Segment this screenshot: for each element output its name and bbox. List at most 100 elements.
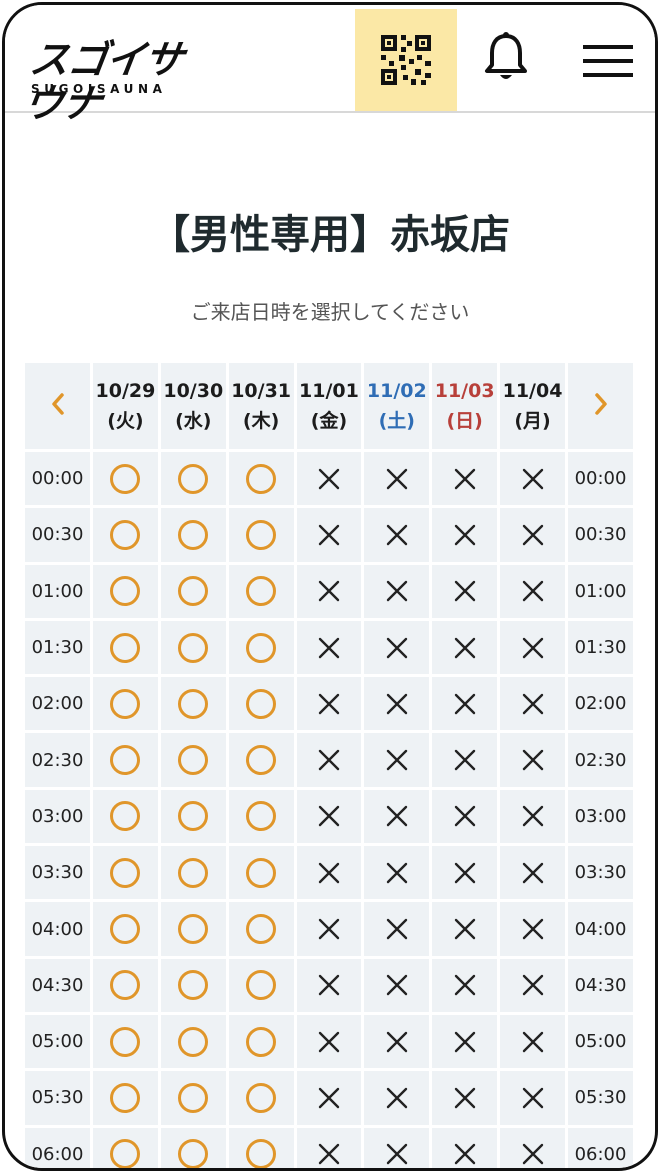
slot-unavailable xyxy=(364,620,430,675)
slot-available[interactable] xyxy=(93,677,158,731)
slot-available[interactable] xyxy=(228,452,294,506)
slot-available[interactable] xyxy=(93,902,158,956)
slot-available[interactable] xyxy=(160,1071,226,1125)
slot-available[interactable] xyxy=(228,1071,294,1125)
slot-available[interactable] xyxy=(228,733,294,787)
slot-available[interactable] xyxy=(160,958,226,1012)
slot-available[interactable] xyxy=(228,508,294,562)
slot-available[interactable] xyxy=(160,564,226,618)
slot-available[interactable] xyxy=(160,733,226,787)
slot-available[interactable] xyxy=(93,846,158,900)
slot-unavailable xyxy=(296,846,362,900)
circle-available-icon xyxy=(246,1082,277,1113)
time-row: 04:00 04:00 xyxy=(25,902,633,956)
slot-unavailable xyxy=(296,677,362,731)
slot-available[interactable] xyxy=(93,958,158,1012)
menu-button[interactable] xyxy=(579,33,637,89)
slot-available[interactable] xyxy=(160,508,226,562)
logo[interactable]: スゴイサウナ SUGOISAUNA xyxy=(21,38,207,127)
weekday-label: (土) xyxy=(378,410,415,432)
date-label: 11/03 xyxy=(434,380,495,402)
weekday-label: (金) xyxy=(310,410,348,432)
cross-unavailable-icon xyxy=(454,975,475,996)
slot-available[interactable] xyxy=(228,902,294,956)
slot-available[interactable] xyxy=(160,789,226,844)
slot-available[interactable] xyxy=(228,564,294,618)
circle-available-icon xyxy=(246,519,277,550)
slot-unavailable xyxy=(500,564,565,618)
cross-unavailable-icon xyxy=(386,806,407,827)
slot-unavailable xyxy=(500,677,565,731)
time-row: 03:00 03:00 xyxy=(25,789,633,844)
cross-unavailable-icon xyxy=(522,637,543,658)
weekday-label: (水) xyxy=(175,410,212,432)
time-label: 04:00 xyxy=(568,902,633,956)
date-header-3: 11/01 (金) xyxy=(296,363,362,449)
slot-available[interactable] xyxy=(160,846,226,900)
slot-available[interactable] xyxy=(228,620,294,675)
cross-unavailable-icon xyxy=(318,806,340,827)
slot-available[interactable] xyxy=(93,508,158,562)
time-row: 01:00 01:00 xyxy=(25,564,633,618)
qr-code-button[interactable] xyxy=(355,9,457,111)
slot-available[interactable] xyxy=(93,452,158,506)
cross-unavailable-icon xyxy=(454,1031,475,1052)
slot-unavailable xyxy=(500,620,565,675)
time-label: 04:30 xyxy=(25,958,90,1012)
slot-available[interactable] xyxy=(160,452,226,506)
slot-available[interactable] xyxy=(160,677,226,731)
circle-available-icon xyxy=(110,914,141,945)
time-row: 05:30 05:30 xyxy=(25,1071,633,1125)
slot-unavailable xyxy=(364,958,430,1012)
slot-available[interactable] xyxy=(228,1127,294,1168)
circle-available-icon xyxy=(178,576,209,607)
slot-unavailable xyxy=(432,452,498,506)
cross-unavailable-icon xyxy=(386,1087,407,1109)
time-label: 01:00 xyxy=(568,564,633,618)
slot-unavailable xyxy=(500,789,565,844)
weekday-label: (月) xyxy=(514,410,551,432)
slot-available[interactable] xyxy=(160,620,226,675)
date-label: 11/02 xyxy=(366,380,427,402)
cross-unavailable-icon xyxy=(318,693,340,715)
slot-unavailable xyxy=(500,452,565,506)
time-label: 00:00 xyxy=(25,452,90,506)
slot-available[interactable] xyxy=(228,958,294,1012)
time-row: 02:30 02:30 xyxy=(25,733,633,787)
slot-available[interactable] xyxy=(228,677,294,731)
slot-available[interactable] xyxy=(93,733,158,787)
prev-week-button[interactable] xyxy=(25,363,90,449)
time-label: 03:30 xyxy=(568,846,633,900)
circle-available-icon xyxy=(246,632,277,663)
slot-available[interactable] xyxy=(228,846,294,900)
slot-unavailable xyxy=(296,1071,362,1125)
slot-available[interactable] xyxy=(93,789,158,844)
time-row: 04:30 04:30 xyxy=(25,958,633,1012)
slot-available[interactable] xyxy=(160,1127,226,1168)
slot-available[interactable] xyxy=(93,564,158,618)
slot-unavailable xyxy=(432,846,498,900)
date-header-0: 10/29 (火) xyxy=(93,363,158,449)
circle-available-icon xyxy=(178,632,209,663)
time-label: 02:00 xyxy=(25,677,90,731)
time-row: 00:00 00:00 xyxy=(25,452,633,506)
slot-unavailable xyxy=(432,620,498,675)
slot-available[interactable] xyxy=(93,1014,158,1069)
slot-available[interactable] xyxy=(93,620,158,675)
slot-available[interactable] xyxy=(160,1014,226,1069)
slot-unavailable xyxy=(296,958,362,1012)
circle-available-icon xyxy=(178,914,209,945)
date-label: 10/30 xyxy=(163,380,224,402)
time-label: 05:00 xyxy=(25,1014,90,1069)
cross-unavailable-icon xyxy=(318,749,340,771)
slot-available[interactable] xyxy=(228,789,294,844)
time-label: 01:30 xyxy=(568,620,633,675)
cross-unavailable-icon xyxy=(318,524,340,546)
notification-button[interactable] xyxy=(475,23,537,93)
slot-unavailable xyxy=(432,902,498,956)
slot-available[interactable] xyxy=(160,902,226,956)
next-week-button[interactable] xyxy=(568,363,633,449)
slot-available[interactable] xyxy=(228,1014,294,1069)
slot-available[interactable] xyxy=(93,1071,158,1125)
slot-available[interactable] xyxy=(93,1127,158,1168)
